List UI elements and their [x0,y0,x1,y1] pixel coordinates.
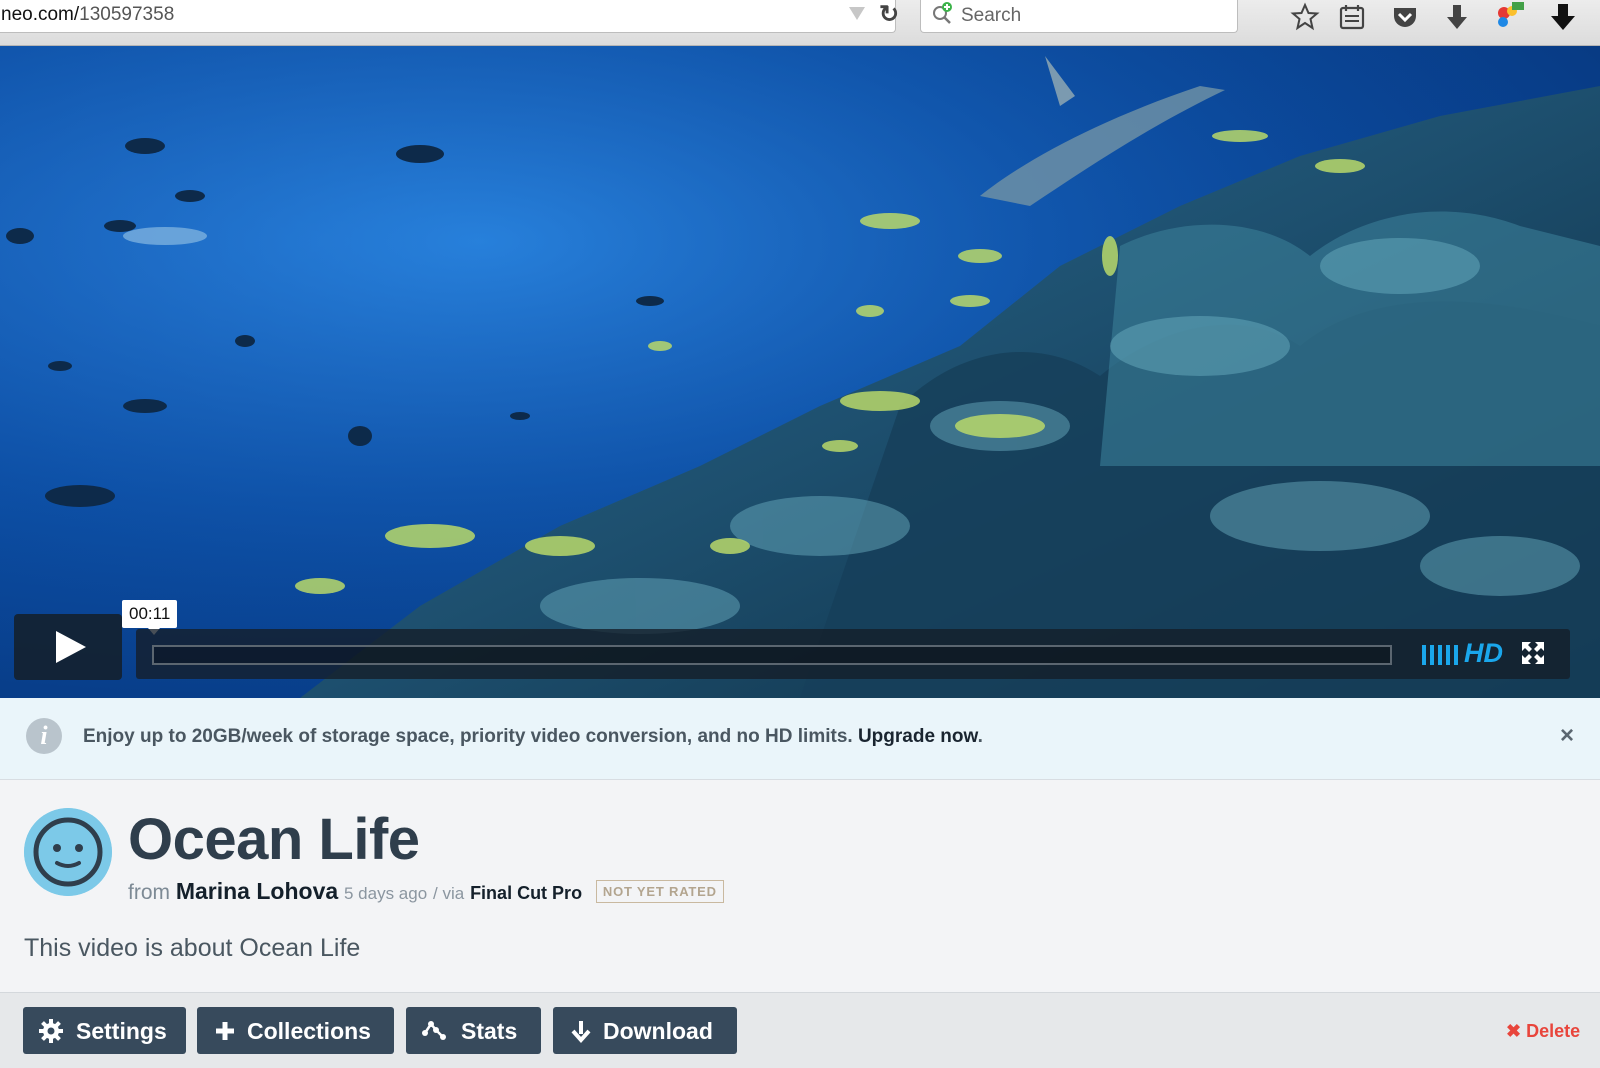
delete-label: Delete [1526,1021,1581,1041]
browser-toolbar: neo.com/130597358 ↻ Search [0,0,1600,46]
reading-list-icon[interactable] [1337,2,1367,32]
via-label: / via [433,884,465,903]
action-bar: Settings Collections Stats Download ✖ De… [0,992,1600,1068]
author-link[interactable]: Marina Lohova [176,878,338,904]
pocket-icon[interactable] [1390,2,1420,32]
banner-text: Enjoy up to 20GB/week of storage space, … [83,726,853,747]
timecode: 00:11 [122,600,178,635]
extension-icon[interactable] [1494,2,1524,32]
settings-label: Settings [76,1018,167,1044]
video-title: Ocean Life [128,807,420,872]
stats-icon [422,1021,446,1040]
search-placeholder: Search [961,5,1022,26]
progress-bar[interactable] [152,645,1392,665]
download-icon [571,1021,591,1043]
downloads-icon[interactable] [1442,2,1472,32]
url-bar[interactable]: neo.com/130597358 ↻ [0,0,899,33]
stats-button[interactable]: Stats [406,1007,541,1054]
avatar[interactable] [24,808,112,896]
banner-message: Enjoy up to 20GB/week of storage space, … [83,726,983,748]
volume-icon[interactable] [1422,645,1466,667]
hd-toggle[interactable]: HD [1464,638,1503,669]
upload-app: Final Cut Pro [470,883,583,903]
download-arrow-icon[interactable] [1548,2,1578,32]
rating-badge[interactable]: NOT YET RATED [595,880,724,903]
url-path: 130597358 [79,4,175,25]
gear-icon [39,1019,63,1043]
stats-label: Stats [461,1018,518,1044]
download-button[interactable]: Download [553,1007,737,1054]
play-button[interactable] [14,614,122,680]
banner-link-suffix: . [977,726,983,747]
reload-icon[interactable]: ↻ [879,0,899,29]
video-player[interactable]: 00:11 HD [0,46,1600,698]
info-icon: i [26,718,62,754]
upload-age: 5 days ago [344,884,428,903]
video-description: This video is about Ocean Life [24,934,361,962]
delete-icon: ✖ [1506,1021,1522,1041]
upgrade-link[interactable]: Upgrade now [858,726,978,747]
play-icon [56,631,86,663]
settings-button[interactable]: Settings [23,1007,186,1054]
search-bar[interactable]: Search [920,0,1238,33]
video-frame [0,46,1600,698]
bookmark-star-icon[interactable] [1290,2,1320,32]
search-icon [933,2,952,24]
collections-button[interactable]: Collections [197,1007,394,1054]
video-byline: from Marina Lohova 5 days ago / via Fina… [128,878,724,905]
close-icon[interactable]: × [1560,722,1574,750]
url-dropdown-icon[interactable] [849,7,865,20]
url-text[interactable]: neo.com/130597358 [1,4,174,26]
download-label: Download [603,1018,713,1044]
url-host: neo.com/ [1,4,80,25]
player-controls: HD [136,629,1570,679]
plus-icon [216,1022,234,1040]
collections-label: Collections [247,1018,371,1044]
upgrade-banner: i Enjoy up to 20GB/week of storage space… [0,698,1600,780]
delete-button[interactable]: ✖ Delete [1506,1021,1580,1042]
from-label: from [128,881,170,904]
fullscreen-icon[interactable] [1520,640,1546,666]
